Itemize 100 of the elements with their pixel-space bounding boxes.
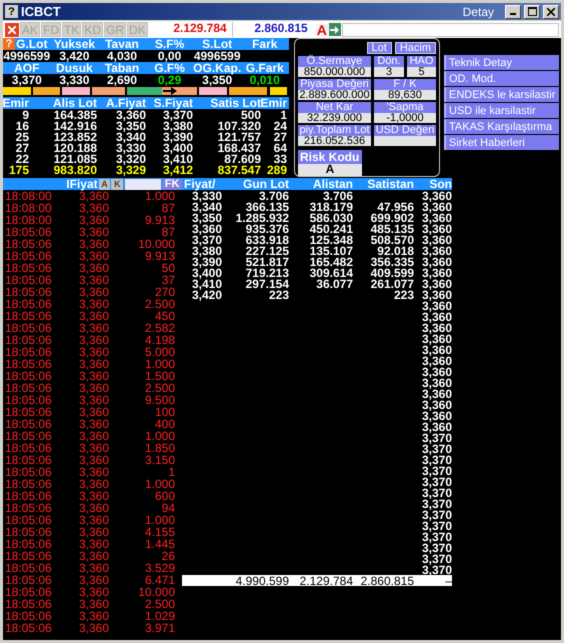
trade-price: 3,360 <box>78 418 109 430</box>
trade-price: 3,360 <box>78 226 109 238</box>
table-cell: 47.956 <box>377 201 414 212</box>
total-cell: 3,412 <box>162 164 193 175</box>
column-header: G.F% <box>154 62 185 74</box>
field-label: USD Değeri <box>374 125 436 136</box>
trade-lot: 1.850 <box>144 442 175 454</box>
total-cell: 3,329 <box>116 164 146 175</box>
table-cell: 3,360 <box>422 399 452 410</box>
trade-lot: 400 <box>154 418 175 430</box>
total-cell: 2.129.784 <box>300 575 353 586</box>
table-cell: 3,320 <box>116 153 146 164</box>
trade-lot: 2.500 <box>144 298 175 310</box>
table-cell: 500 <box>240 109 261 120</box>
table-cell: 3,370 <box>422 553 452 564</box>
table-cell: 3,340 <box>192 201 222 212</box>
column-header: Satistan <box>367 178 414 190</box>
column-header: Alistan <box>312 178 353 190</box>
column-header: Taban <box>104 62 140 74</box>
table-cell: 135.107 <box>310 245 353 256</box>
trade-lot: 1.000 <box>144 190 175 202</box>
column-header: S.F% <box>154 38 184 50</box>
sort-button[interactable]: A <box>98 178 110 190</box>
table-cell: 3,360 <box>422 388 452 399</box>
column-header: Alis Lot <box>53 97 97 109</box>
trade-lot: 3.529 <box>144 562 175 574</box>
table-cell: 3,360 <box>422 212 452 223</box>
trade-lot: 87 <box>160 202 175 214</box>
symbol-field[interactable] <box>342 22 559 36</box>
column-header: Fiyat/ <box>184 178 216 190</box>
table-cell: 3,370 <box>162 109 193 120</box>
trade-time: 18:05:06 <box>4 394 53 406</box>
trade-time: 18:05:06 <box>4 562 53 574</box>
table-cell: 3,360 <box>116 109 146 120</box>
minimize-button[interactable] <box>505 4 521 18</box>
tab[interactable]: Hacim <box>394 42 436 54</box>
field-label: Net Kar <box>298 102 371 113</box>
trade-lot: 270 <box>154 286 175 298</box>
table-cell: 165.482 <box>310 256 353 267</box>
go-button[interactable] <box>328 23 341 36</box>
menu-item[interactable]: Sirket Haberleri <box>444 135 559 150</box>
trade-price: 3,360 <box>78 490 109 502</box>
table-cell: 3,360 <box>422 300 452 311</box>
tab[interactable]: Lot <box>366 42 392 54</box>
trade-price: 3,360 <box>78 346 109 358</box>
table-cell: 3,370 <box>422 542 452 553</box>
table-cell: 16 <box>16 120 29 131</box>
table-cell: 3,360 <box>422 190 452 201</box>
trade-lot: 3.150 <box>144 454 175 466</box>
trade-lot: 1.000 <box>144 478 175 490</box>
stat-value: 2,690 <box>106 74 137 86</box>
table-cell: 586.030 <box>310 212 353 223</box>
column-header: IFiyat <box>65 178 98 190</box>
table-cell: 3.706 <box>258 190 289 201</box>
trade-lot: 9.500 <box>144 394 175 406</box>
help-icon: ? <box>3 38 15 50</box>
table-cell: 3,360 <box>422 245 452 256</box>
trade-time: 18:05:06 <box>4 502 53 514</box>
trade-time: 18:05:06 <box>4 262 53 274</box>
table-cell: 3,360 <box>422 355 452 366</box>
close-button[interactable] <box>543 4 559 18</box>
trade-lot: 450 <box>154 310 175 322</box>
trade-time: 18:05:06 <box>4 250 53 262</box>
table-cell: 3.706 <box>322 190 353 201</box>
trade-time: 18:08:00 <box>4 202 53 214</box>
trade-price: 3,360 <box>78 310 109 322</box>
trade-lot: 1.445 <box>144 538 175 550</box>
total-cell: – <box>445 575 452 586</box>
table-cell: 3,370 <box>422 454 452 465</box>
table-cell: 142.916 <box>54 120 97 131</box>
trade-lot: 2.500 <box>144 382 175 394</box>
trade-time: 18:05:06 <box>4 490 53 502</box>
menu-item[interactable]: Teknik Detay <box>444 55 559 70</box>
menu-item[interactable]: OD. Mod. <box>444 71 559 86</box>
maximize-button[interactable] <box>524 4 540 18</box>
trade-lot: 4.198 <box>144 334 175 346</box>
table-cell: 9 <box>22 109 29 120</box>
menu-item[interactable]: TAKAS Karşılaştırma <box>444 119 559 134</box>
sort-button[interactable]: K <box>111 178 124 190</box>
filter-button[interactable]: FK <box>162 178 182 190</box>
trade-time: 18:05:06 <box>4 598 53 610</box>
table-cell: 3,360 <box>422 289 452 300</box>
filter-field[interactable] <box>125 178 162 190</box>
menu-item[interactable]: USD ile karsilastir <box>444 103 559 118</box>
field-label: Risk Kodu <box>298 150 362 164</box>
trade-price: 3,360 <box>78 274 109 286</box>
table-cell: 3,390 <box>162 131 193 142</box>
table-cell: 3,370 <box>422 465 452 476</box>
column-header: Gun Lot <box>243 178 289 190</box>
column-header: A.Fiyat <box>106 97 146 109</box>
table-cell: 633.918 <box>246 234 289 245</box>
stat-value: 3,420 <box>59 50 90 62</box>
menu-item[interactable]: ENDEKS le karsilastir <box>444 87 559 102</box>
trade-price: 3,360 <box>78 514 109 526</box>
total-cell: 837.547 <box>218 164 261 175</box>
trade-time: 18:05:06 <box>4 454 53 466</box>
field-label: Dön. <box>374 56 404 67</box>
trade-time: 18:05:06 <box>4 586 53 598</box>
trade-time: 18:05:06 <box>4 610 53 622</box>
table-cell: 3,360 <box>422 322 452 333</box>
